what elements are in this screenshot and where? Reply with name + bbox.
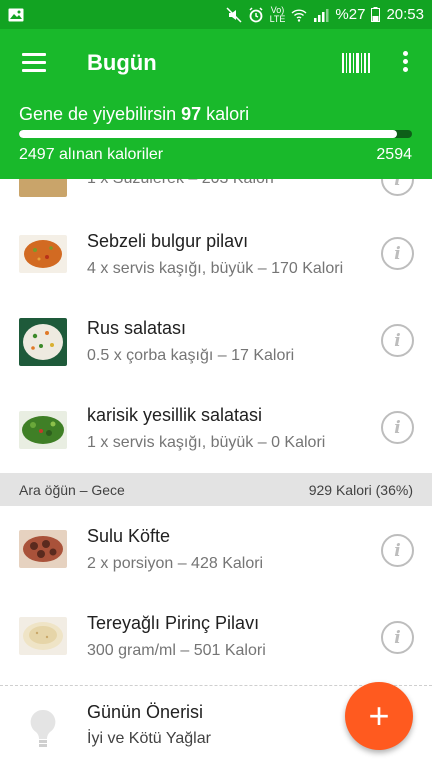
mute-icon [226,6,242,23]
lte-indicator: Vo) LTE [269,4,286,24]
alarm-icon [249,6,263,22]
list-item[interactable]: Tereyağlı Pirinç Pilavı 300 gram/ml – 50… [0,593,432,680]
list-item[interactable]: karisik yesillik salatasi 1 x servis kaş… [0,389,432,476]
food-name: Sulu Köfte [87,526,171,546]
food-name: Rus salatası [87,318,187,338]
info-icon[interactable]: i [381,621,414,654]
barcode-icon[interactable] [342,53,370,73]
wifi-icon [291,8,307,22]
more-options-icon[interactable] [400,51,410,75]
menu-icon[interactable] [22,53,46,73]
calorie-progress-bar [19,130,412,138]
food-thumbnail [19,617,67,655]
tip-title: Günün Önerisi [87,702,204,722]
info-icon[interactable]: i [381,179,414,196]
food-thumbnail [19,411,67,449]
page-title: Bugün [87,50,157,75]
info-icon[interactable]: i [381,534,414,567]
food-detail: 2 x porsiyon – 428 Kalori [87,555,264,572]
remaining-calories: Gene de yiyebilirsin 97 kalori [19,104,250,124]
info-icon[interactable]: i [381,237,414,270]
battery-icon [371,7,381,22]
remaining-calories-value: 97 [181,104,202,124]
food-thumbnail [19,318,67,366]
calorie-progress-fill [19,130,398,138]
list-item[interactable]: 1 x Süzülerek – 203 Kalori i [0,179,432,215]
list-item[interactable]: Sulu Köfte 2 x porsiyon – 428 Kalori i [0,506,432,593]
food-detail: 0.5 x çorba kaşığı – 17 Kalori [87,347,295,364]
clock: 20:53 [386,6,424,23]
meal-section-summary: 929 Kalori (36%) [308,481,413,498]
list-item[interactable]: Sebzeli bulgur pilavı 4 x servis kaşığı,… [0,215,432,302]
info-icon[interactable]: i [381,324,414,357]
food-thumbnail [19,179,67,197]
image-icon [8,8,24,21]
food-name: karisik yesillik salatasi [87,405,263,425]
add-button[interactable]: + [345,682,413,750]
food-detail: 4 x servis kaşığı, büyük – 170 Kalori [87,260,344,277]
battery-percent: %27 [335,6,366,23]
info-icon[interactable]: i [381,411,414,444]
eaten-calories: 2497 alınan kaloriler [19,146,164,163]
goal-calories: 2594 [376,146,412,163]
food-list: 1 x Süzülerek – 203 Kalori i Sebzeli bul… [0,179,432,476]
signal-icon [314,8,329,22]
app-header: Bugün Gene de yiyebilirsin 97 kalori 249… [0,29,432,179]
food-thumbnail [19,235,67,273]
tip-subtitle: İyi ve Kötü Yağlar [87,730,211,747]
food-detail: 300 gram/ml – 501 Kalori [87,642,266,659]
food-detail: 1 x servis kaşığı, büyük – 0 Kalori [87,434,326,451]
status-bar: Vo) LTE %27 20:53 [0,0,432,29]
meal-section-label: Ara öğün – Gece [19,481,125,498]
list-item[interactable]: Rus salatası 0.5 x çorba kaşığı – 17 Kal… [0,302,432,389]
meal-section-header[interactable]: Ara öğün – Gece 929 Kalori (36%) [0,473,432,506]
food-detail: 1 x Süzülerek – 203 Kalori [87,179,274,188]
food-name: Sebzeli bulgur pilavı [87,231,249,251]
snack-food-list: Sulu Köfte 2 x porsiyon – 428 Kalori i T… [0,506,432,680]
food-thumbnail [19,530,67,568]
lightbulb-icon [30,709,56,747]
food-name: Tereyağlı Pirinç Pilavı [87,613,260,633]
